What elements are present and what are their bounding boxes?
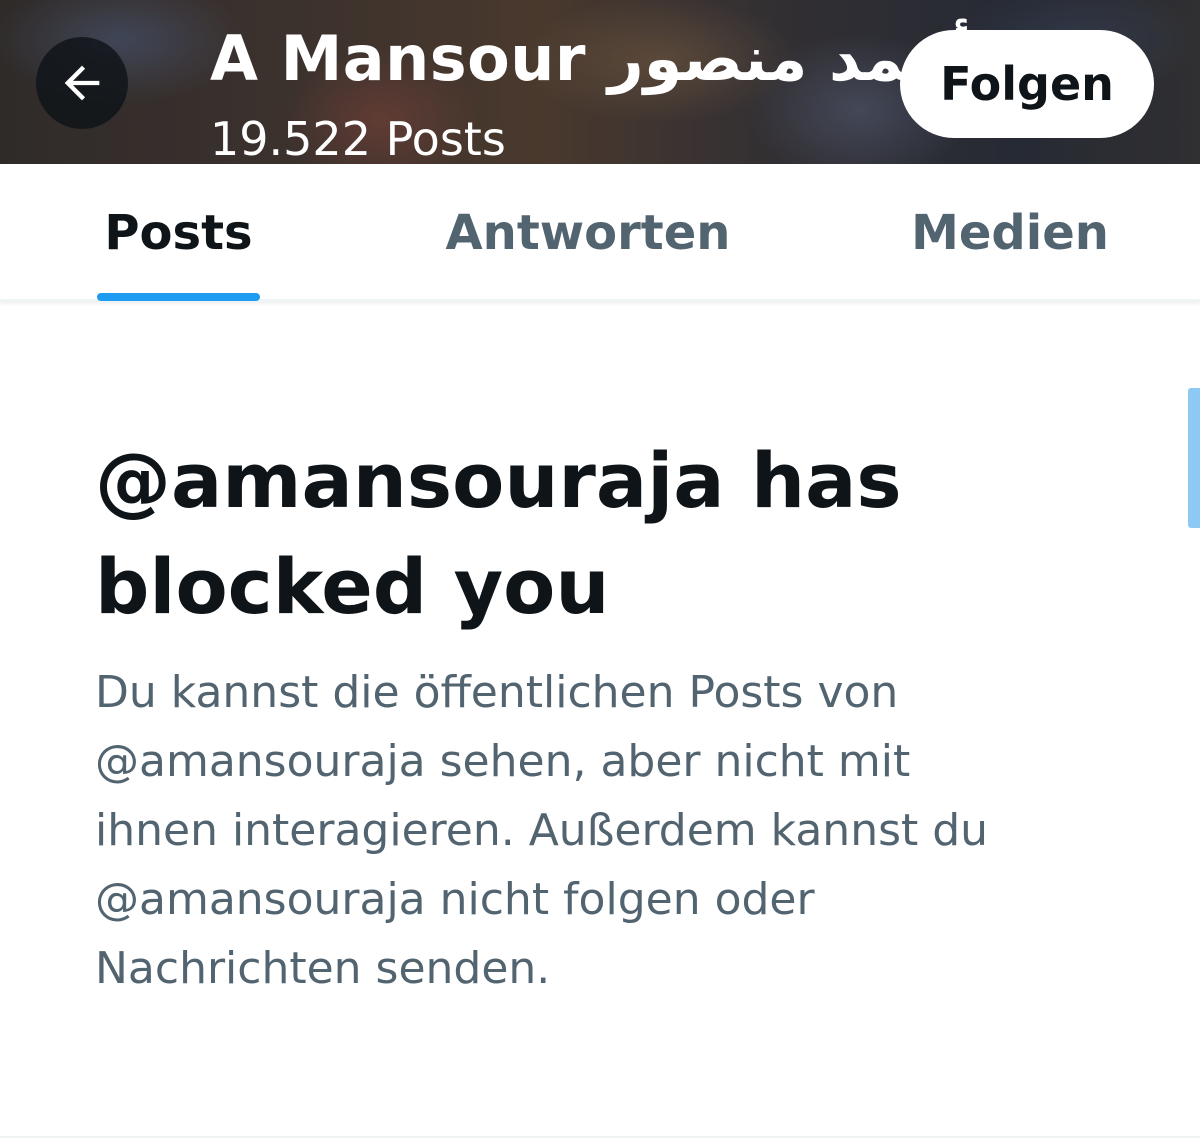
tab-medien[interactable]: Medien (900, 164, 1120, 302)
blocked-description: Du kannst die öffentlichen Posts von @am… (95, 667, 989, 994)
tab-antworten[interactable]: Antworten (440, 164, 736, 302)
tab-posts[interactable]: Posts (97, 164, 260, 302)
profile-header-banner: A Mansour أحمد منصور 19.522 Posts Folgen (0, 0, 1200, 164)
follow-button[interactable]: Folgen (900, 30, 1154, 138)
profile-tabs: Posts Antworten Medien (0, 164, 1200, 302)
active-tab-indicator (97, 293, 260, 301)
blocked-title: @amansouraja has blocked you (95, 436, 902, 631)
arrow-left-icon (56, 57, 108, 109)
profile-name: A Mansour أحمد منصور (210, 22, 973, 95)
back-button[interactable] (36, 37, 128, 129)
scrollbar-thumb[interactable] (1188, 388, 1200, 528)
divider (0, 1136, 1200, 1138)
post-count: 19.522 Posts (210, 112, 506, 164)
